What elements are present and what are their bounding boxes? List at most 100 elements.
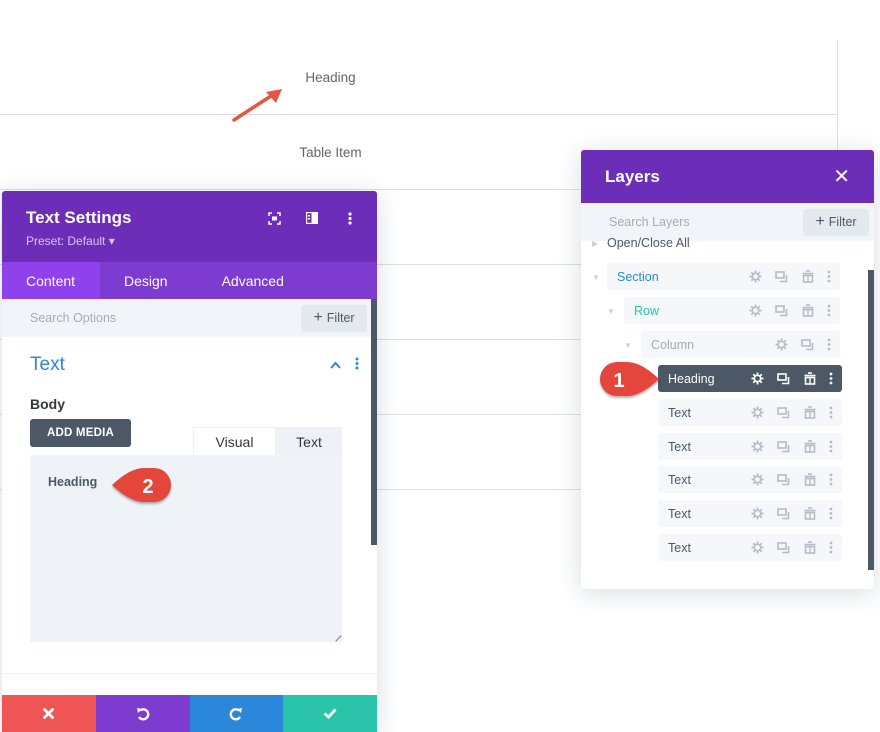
tab-advanced[interactable]: Advanced (192, 262, 308, 299)
table-cell-text: Heading (305, 69, 356, 85)
badge-number: 1 (613, 370, 624, 392)
layer-actions (750, 405, 842, 420)
duplicate-icon[interactable] (776, 405, 791, 420)
duplicate-icon[interactable] (776, 472, 791, 487)
badge-number: 2 (142, 476, 153, 498)
layer-label: Text (668, 472, 691, 487)
undo-icon (136, 707, 149, 721)
layers-filter-button[interactable]: + Filter (803, 208, 869, 236)
settings-scrollbar[interactable] (371, 299, 377, 545)
gear-icon[interactable] (750, 506, 765, 521)
annotation-badge-1: 1 (600, 362, 659, 396)
duplicate-icon[interactable] (776, 540, 791, 555)
caret-down-icon[interactable]: ▼ (607, 307, 615, 316)
redo-button[interactable] (189, 695, 284, 732)
duplicate-icon[interactable] (800, 337, 815, 352)
open-close-all[interactable]: Open/Close All (607, 236, 690, 250)
settings-header[interactable]: Text Settings Preset: Default ▾ (2, 191, 377, 262)
tab-design[interactable]: Design (100, 262, 192, 299)
save-button[interactable] (283, 695, 377, 732)
trash-icon[interactable] (802, 506, 817, 521)
gear-icon[interactable] (748, 269, 763, 284)
settings-footer (2, 695, 377, 732)
more-icon[interactable] (826, 337, 832, 352)
duplicate-icon[interactable] (774, 303, 789, 318)
layer-label: Column (651, 337, 695, 352)
trash-icon[interactable] (800, 269, 815, 284)
more-options-icon[interactable] (341, 209, 359, 227)
more-icon[interactable] (828, 439, 834, 454)
filter-button[interactable]: + Filter (301, 304, 367, 332)
plus-icon: + (815, 213, 825, 230)
trash-icon[interactable] (800, 303, 815, 318)
chevron-up-icon[interactable] (330, 357, 341, 373)
gear-icon[interactable] (750, 405, 765, 420)
split-view-icon[interactable] (303, 209, 321, 227)
layers-scrollbar[interactable] (868, 270, 874, 570)
tab-content[interactable]: Content (2, 262, 100, 299)
text-toggle-title[interactable]: Text (30, 354, 65, 376)
divider (2, 673, 377, 674)
more-icon[interactable] (826, 303, 832, 318)
duplicate-icon[interactable] (774, 269, 789, 284)
gear-icon[interactable] (748, 303, 763, 318)
layers-header[interactable]: Layers ✕ (581, 150, 874, 203)
more-icon[interactable] (828, 371, 834, 386)
layer-row[interactable]: Row (624, 297, 840, 324)
layer-module-text[interactable]: Text (658, 433, 842, 460)
cancel-button[interactable] (2, 695, 96, 732)
search-layers-input[interactable]: Search Layers (609, 215, 690, 229)
duplicate-icon[interactable] (776, 371, 791, 386)
table-row-heading[interactable]: Heading (0, 40, 837, 115)
editor-tab-visual[interactable]: Visual (193, 427, 276, 456)
trash-icon[interactable] (802, 472, 817, 487)
layer-actions (750, 506, 842, 521)
layer-module-text[interactable]: Text (658, 500, 842, 527)
toggle-more-icon[interactable] (355, 357, 359, 373)
layer-column[interactable]: Column (641, 331, 840, 358)
more-icon[interactable] (828, 506, 834, 521)
gear-icon[interactable] (750, 439, 765, 454)
body-textarea-value: Heading (48, 475, 98, 489)
focus-icon[interactable] (265, 209, 283, 227)
trash-icon[interactable] (802, 439, 817, 454)
caret-down-icon[interactable]: ▼ (592, 273, 600, 282)
add-media-button[interactable]: ADD MEDIA (30, 419, 131, 447)
trash-icon[interactable] (802, 371, 817, 386)
duplicate-icon[interactable] (776, 506, 791, 521)
caret-right-icon: ▶ (592, 239, 599, 248)
more-icon[interactable] (826, 269, 832, 284)
table-cell-text: Table Item (299, 144, 362, 160)
gear-icon[interactable] (750, 371, 765, 386)
layer-label: Text (668, 439, 691, 454)
layer-actions (750, 540, 842, 555)
more-icon[interactable] (828, 540, 834, 555)
caret-down-icon[interactable]: ▼ (624, 341, 632, 350)
more-icon[interactable] (828, 472, 834, 487)
gear-icon[interactable] (774, 337, 789, 352)
close-icon[interactable]: ✕ (833, 164, 850, 189)
layer-module-text[interactable]: Text (658, 466, 842, 493)
trash-icon[interactable] (802, 540, 817, 555)
gear-icon[interactable] (750, 472, 765, 487)
close-icon (43, 708, 55, 719)
layer-section[interactable]: Section (607, 263, 840, 290)
layer-module-heading[interactable]: Heading (658, 365, 842, 392)
search-options-input[interactable]: Search Options (30, 311, 116, 325)
resize-handle-icon[interactable] (330, 630, 342, 642)
preset-dropdown[interactable]: Preset: Default ▾ (26, 234, 377, 248)
duplicate-icon[interactable] (776, 439, 791, 454)
layer-module-text[interactable]: Text (658, 534, 842, 561)
undo-button[interactable] (95, 695, 190, 732)
gear-icon[interactable] (750, 540, 765, 555)
body-textarea[interactable]: Heading (30, 455, 342, 642)
layer-label: Text (668, 506, 691, 521)
more-icon[interactable] (828, 405, 834, 420)
layer-actions (774, 337, 840, 352)
layer-actions (750, 439, 842, 454)
trash-icon[interactable] (802, 405, 817, 420)
search-options-bar: Search Options + Filter (2, 299, 377, 337)
editor-tab-text[interactable]: Text (276, 427, 342, 456)
filter-label: Filter (326, 311, 355, 325)
layer-module-text[interactable]: Text (658, 399, 842, 426)
